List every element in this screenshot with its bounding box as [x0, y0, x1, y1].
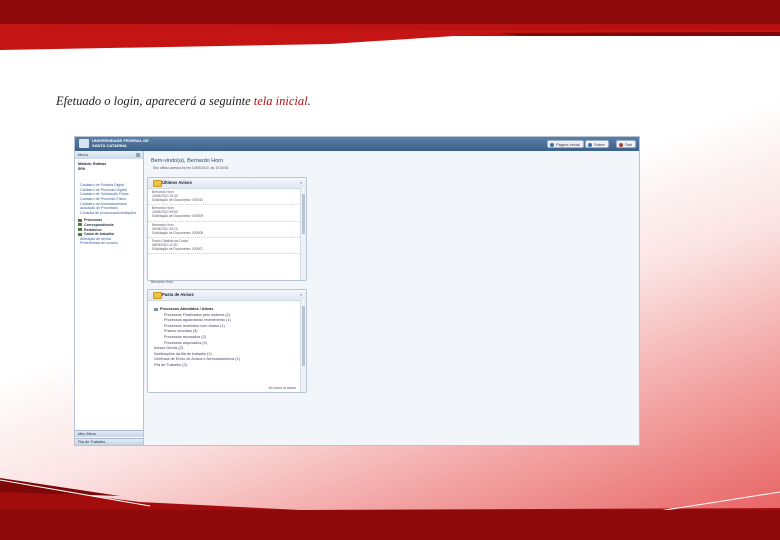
app-header: UNIVERSIDADE FEDERAL DE SANTA CATARINA P…: [75, 137, 639, 151]
list-item[interactable]: Paulo Cândido da Costa 08/09/2010 11:00 So…: [148, 238, 306, 255]
sidebar-link[interactable]: Preferências de usuário: [75, 241, 143, 246]
top-decoration: [0, 30, 780, 50]
bottom-red-band: [0, 510, 780, 540]
welcome-title: Bem-vindo(a), Bernardo Horn: [151, 158, 224, 164]
recent-notices-panel: Últimos Avisos × Bernardo Horn 10/09/2010 …: [147, 177, 307, 281]
folder-icon: [78, 218, 82, 222]
info-icon: [588, 143, 592, 147]
folder-icon: [153, 292, 162, 299]
institution-name: UNIVERSIDADE FEDERAL DE SANTA CATARINA: [92, 138, 149, 148]
exit-icon: [619, 143, 623, 147]
about-button[interactable]: Sobre: [585, 140, 609, 148]
university-logo: [79, 139, 89, 148]
notice-folder-panel: Pasta de Avisos × Processos Atendidos / A…: [147, 289, 307, 393]
last-access: Seu último acesso foi em 10/09/2010, às …: [153, 166, 229, 170]
recent-notices-header: Últimos Avisos ×: [148, 178, 306, 189]
caption-highlight: tela inicial: [253, 94, 308, 108]
close-icon[interactable]: ×: [300, 293, 302, 297]
close-icon[interactable]: ×: [300, 181, 302, 185]
slide-caption: Efetuado o login, aparecerá a seguinte t…: [56, 94, 311, 108]
notice-folder-header: Pasta de Avisos ×: [148, 290, 306, 301]
folder-icon: [78, 232, 82, 236]
sidebar: Menu Módulo: Rotinas SPA Cadastro de Ent…: [75, 151, 144, 445]
folder-icon: [78, 228, 82, 232]
scrollbar[interactable]: [300, 188, 306, 280]
notice-link[interactable]: Fila de Trabalho (2): [154, 363, 306, 369]
footer-item-meu-menu[interactable]: Meu Menu: [75, 430, 143, 437]
home-button[interactable]: Página inicial: [547, 140, 584, 148]
list-item[interactable]: Bernardo Horn 09/09/2010 15:10 Solicitação…: [148, 222, 306, 238]
folder-icon: [78, 223, 82, 227]
home-icon: [550, 143, 554, 147]
app-screenshot: UNIVERSIDADE FEDERAL DE SANTA CATARINA P…: [74, 136, 640, 446]
sidebar-link[interactable]: Consulta de processos/solicitações: [75, 211, 143, 216]
folder-icon: [154, 307, 158, 311]
logout-button[interactable]: Sair: [616, 140, 637, 148]
folder-icon: [153, 180, 162, 187]
see-all-notices-link[interactable]: Ver todos os avisos: [268, 386, 296, 390]
list-item[interactable]: Bernardo Horn 10/09/2010 09:50 Solicitação…: [148, 205, 306, 222]
scrollbar[interactable]: [300, 300, 306, 392]
list-item[interactable]: Bernardo Horn 10/09/2010 10:30 Solicitação…: [148, 189, 306, 206]
recent-notices-footer: Bernardo Horn: [151, 280, 174, 284]
footer-item-fila-trabalho[interactable]: Fila de Trabalho: [75, 438, 143, 445]
sidebar-header: Menu: [75, 151, 143, 159]
collapse-icon[interactable]: [136, 153, 140, 157]
